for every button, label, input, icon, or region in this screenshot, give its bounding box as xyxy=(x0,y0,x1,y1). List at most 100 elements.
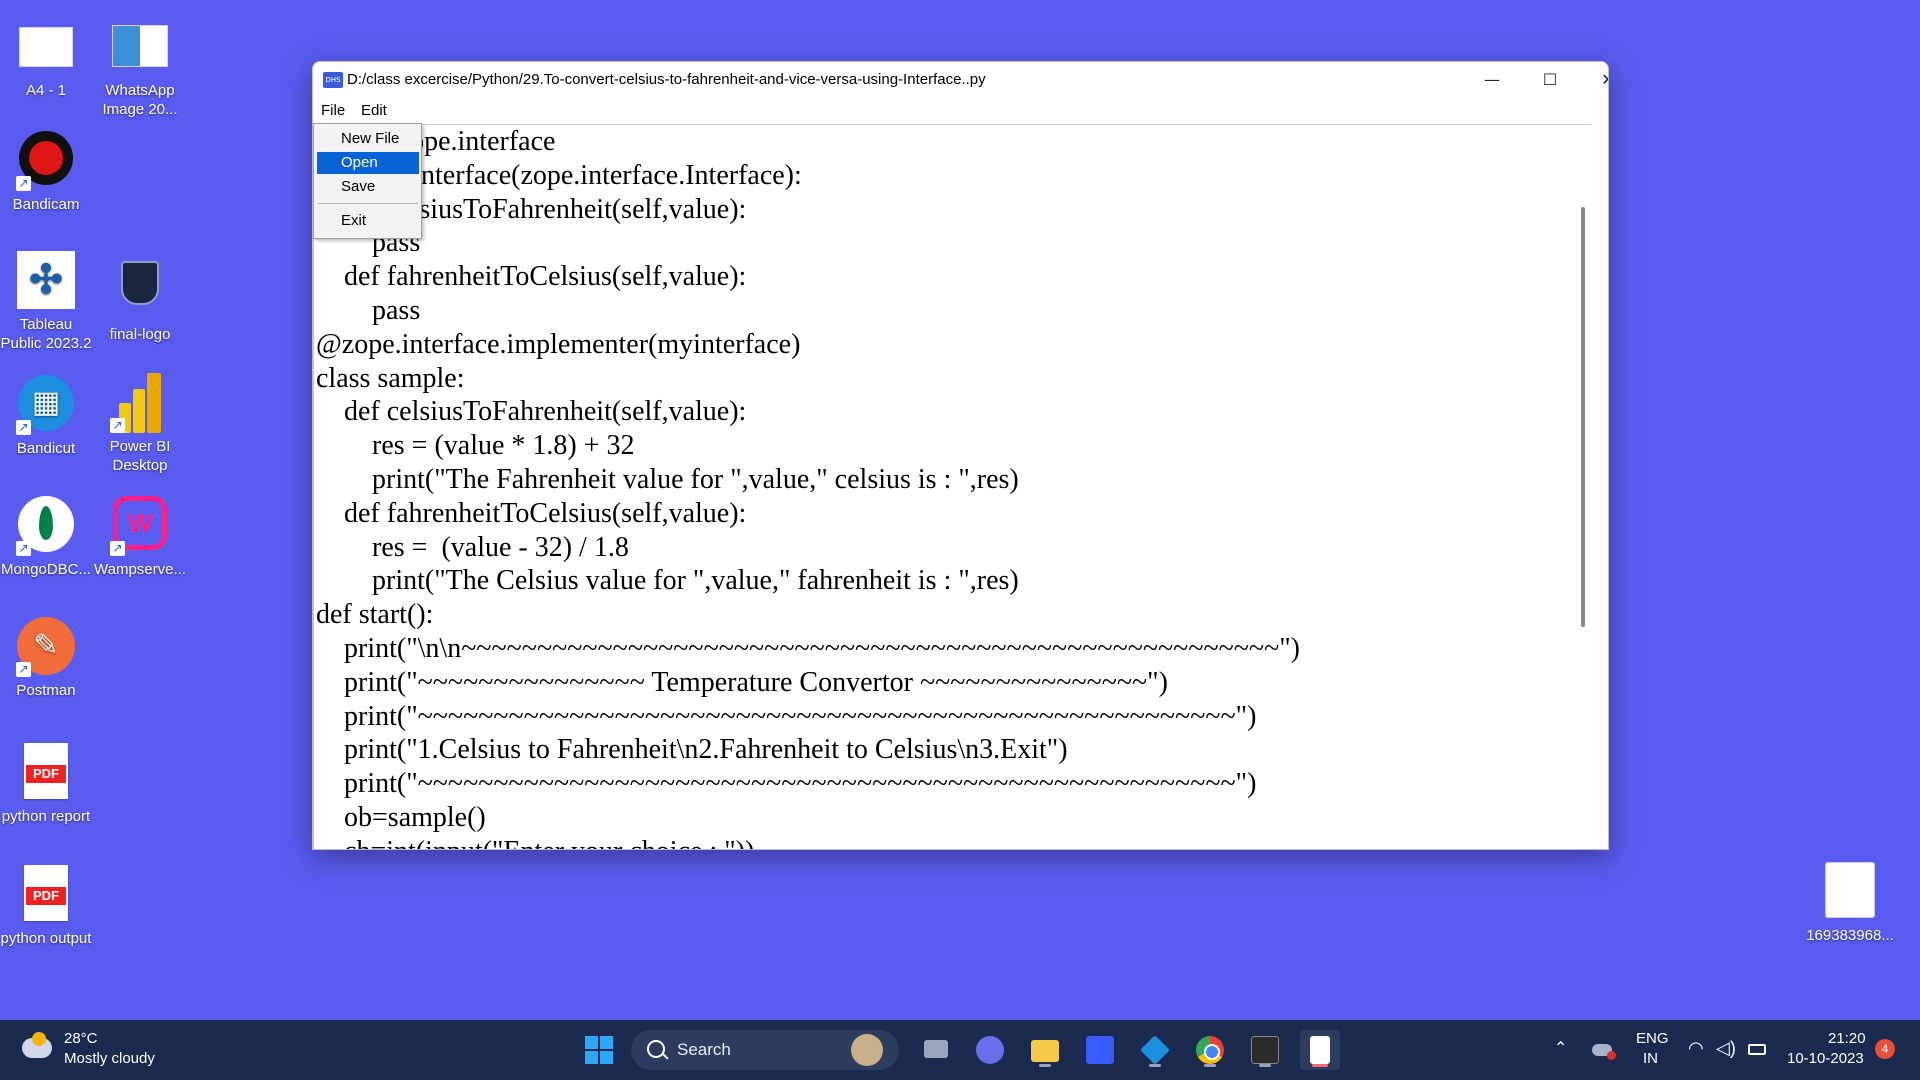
code-text[interactable]: import zope.interface class myinterface(z… xyxy=(316,125,1300,849)
task-view-button[interactable] xyxy=(916,1030,956,1070)
desktop-icon-mongodb[interactable]: ↗ MongoDBC... xyxy=(0,496,93,579)
file-menu-dropdown: New File Open Save Exit xyxy=(313,123,422,239)
show-hidden-icons-chevron-icon[interactable]: ⌃ xyxy=(1554,1038,1567,1058)
desktop-icon-wampserver[interactable]: W ↗ Wampserve... xyxy=(93,496,187,579)
running-indicator xyxy=(1149,1064,1161,1067)
editor-window: DHS D:/class excercise/Python/29.To-conv… xyxy=(312,61,1609,850)
chrome-button[interactable] xyxy=(1190,1030,1230,1070)
menu-separator xyxy=(318,203,418,204)
desktop-icon-label: Bandicam xyxy=(12,196,80,213)
code-line: ob=sample() xyxy=(316,801,486,833)
volume-icon[interactable]: ◁) xyxy=(1716,1038,1736,1059)
search-highlight-image-icon xyxy=(851,1034,883,1066)
weather-temp: 28°C xyxy=(64,1030,98,1047)
pdf-file-icon: PDF xyxy=(24,743,68,799)
code-line: print("\n\n~~~~~~~~~~~~~~~~~~~~~~~~~~~~~… xyxy=(316,632,1300,664)
desktop-icon-image-file[interactable]: 169383968... xyxy=(1802,862,1898,945)
task-view-icon xyxy=(924,1040,948,1058)
app-button-blue[interactable] xyxy=(1080,1030,1120,1070)
desktop-icon-bandicut[interactable]: ▦ ↗ Bandicut xyxy=(0,375,93,458)
search-label: Search xyxy=(677,1040,731,1059)
menu-item-exit[interactable]: Exit xyxy=(317,210,419,232)
menu-item-new-file[interactable]: New File xyxy=(317,128,419,150)
code-line: pass xyxy=(316,294,421,326)
shortcut-arrow-icon: ↗ xyxy=(110,541,125,556)
running-indicator xyxy=(1039,1064,1051,1067)
code-line: print("~~~~~~~~~~~~~~~~~~~~~~~~~~~~~~~~~… xyxy=(316,700,1257,732)
menu-edit[interactable]: Edit xyxy=(361,102,387,119)
desktop-icon-label: Power BI Desktop xyxy=(109,438,171,474)
vertical-scrollbar[interactable] xyxy=(1581,207,1585,627)
code-line: pass xyxy=(316,227,421,259)
shortcut-arrow-icon: ↗ xyxy=(16,541,31,556)
code-line: ch=int(input("Enter your choice : ")) xyxy=(316,835,1300,849)
desktop-icon-bandicam[interactable]: ↗ Bandicam xyxy=(0,131,93,214)
menu-file[interactable]: File xyxy=(321,102,345,119)
desktop-icon-tableau[interactable]: ✣ Tableau Public 2023.2 xyxy=(0,251,93,353)
code-line: import zope.interface xyxy=(316,126,556,157)
teams-chat-button[interactable] xyxy=(970,1030,1010,1070)
maximize-button[interactable]: ☐ xyxy=(1521,62,1579,98)
terminal-button[interactable] xyxy=(1245,1030,1285,1070)
desktop-icon-power-bi[interactable]: ↗ Power BI Desktop xyxy=(93,373,187,475)
running-indicator xyxy=(1259,1064,1271,1067)
desktop-icon-postman[interactable]: ✎ ↗ Postman xyxy=(0,617,93,700)
code-line: def celsiusToFahrenheit(self,value): xyxy=(316,396,747,428)
language-top[interactable]: ENG xyxy=(1636,1030,1669,1047)
folder-icon xyxy=(1031,1040,1059,1062)
code-line: def fahrenheitToCelsius(self,value): xyxy=(316,261,747,293)
code-line: print("~~~~~~~~~~~~~~~~~~~~~~~~~~~~~~~~~… xyxy=(316,768,1257,800)
shield-logo-icon xyxy=(121,261,159,305)
image-thumbnail-icon xyxy=(1825,862,1875,918)
windows-logo-icon xyxy=(585,1036,613,1064)
desktop-icon-label: final-logo xyxy=(109,326,171,343)
code-editor[interactable]: import zope.interface class myinterface(z… xyxy=(313,124,1591,849)
desktop-icon-python-output[interactable]: PDF python output xyxy=(0,863,93,948)
desktop-icon-python-report[interactable]: PDF python report xyxy=(0,741,93,826)
desktop-icon-label: python report xyxy=(1,808,91,825)
wifi-icon[interactable]: ◠ xyxy=(1688,1038,1704,1059)
weather-widget[interactable]: 28°C Mostly cloudy xyxy=(18,1028,168,1072)
language-bottom[interactable]: IN xyxy=(1643,1050,1658,1067)
shortcut-arrow-icon: ↗ xyxy=(16,176,31,191)
shortcut-arrow-icon: ↗ xyxy=(16,662,31,677)
code-line: class myinterface(zope.interface.Interfa… xyxy=(316,159,802,191)
search-icon-handle xyxy=(661,1052,669,1060)
taskbar-search[interactable]: Search xyxy=(631,1030,899,1070)
close-button[interactable]: ✕ xyxy=(1579,62,1608,98)
code-line: class sample: xyxy=(316,362,465,394)
code-line: print("~~~~~~~~~~~~~~~ Temperature Conve… xyxy=(316,666,1168,698)
editor-app-button[interactable] xyxy=(1300,1030,1340,1070)
code-line: print("The Fahrenheit value for ",value,… xyxy=(316,463,1019,495)
notepad-icon xyxy=(1310,1036,1330,1064)
start-button[interactable] xyxy=(579,1030,619,1070)
desktop-icon-label: WhatsApp Image 20... xyxy=(102,82,178,118)
desktop-icon-label: Postman xyxy=(16,682,76,699)
code-line: print("1.Celsius to Fahrenheit\n2.Fahren… xyxy=(316,734,1068,766)
document-thumbnail-icon xyxy=(19,27,73,67)
desktop-icon-label: Wampserve... xyxy=(94,561,186,578)
code-line: res = (value - 32) / 1.8 xyxy=(316,531,629,563)
desktop-icon-label: python output xyxy=(0,930,92,947)
notification-badge[interactable]: 4 xyxy=(1875,1039,1895,1059)
code-line: print("The Celsius value for ",value," f… xyxy=(316,565,1019,597)
weather-desc: Mostly cloudy xyxy=(64,1050,155,1067)
menu-item-open[interactable]: Open xyxy=(317,152,419,174)
desktop-icon-label: MongoDBC... xyxy=(0,561,92,578)
minimize-button[interactable]: — xyxy=(1463,62,1521,98)
battery-icon[interactable] xyxy=(1748,1044,1766,1055)
desktop-icon-whatsapp-image[interactable]: WhatsApp Image 20... xyxy=(93,21,187,119)
file-explorer-button[interactable] xyxy=(1025,1030,1065,1070)
title-bar[interactable]: DHS D:/class excercise/Python/29.To-conv… xyxy=(313,62,1608,98)
vscode-button[interactable] xyxy=(1135,1030,1175,1070)
shortcut-arrow-icon: ↗ xyxy=(16,420,31,435)
desktop-icon-a4[interactable]: A4 - 1 xyxy=(0,21,93,100)
desktop-icon-final-logo[interactable]: final-logo xyxy=(93,251,187,344)
code-line: def fahrenheitToCelsius(self,value): xyxy=(316,497,747,529)
onedrive-error-icon[interactable] xyxy=(1592,1044,1616,1060)
running-indicator xyxy=(1204,1064,1216,1067)
menu-item-save[interactable]: Save xyxy=(317,176,419,198)
clock-date[interactable]: 10-10-2023 xyxy=(1787,1050,1864,1067)
tableau-icon: ✣ xyxy=(17,251,75,309)
clock-time[interactable]: 21:20 xyxy=(1828,1030,1866,1047)
